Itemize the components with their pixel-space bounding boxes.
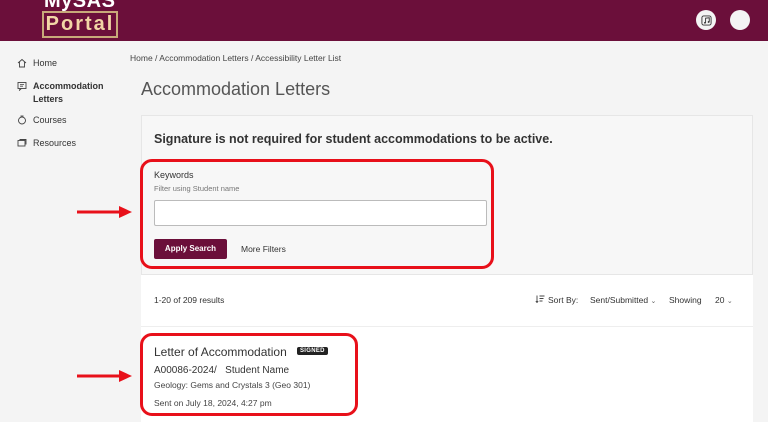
highlight-search-box	[140, 159, 494, 269]
music-button[interactable]	[696, 10, 716, 30]
courses-icon	[16, 114, 28, 126]
logo-text-bottom: Portal	[42, 11, 118, 38]
arrow-icon	[77, 206, 132, 218]
sidebar-item-label: Home	[33, 58, 58, 68]
sort-icon[interactable]	[535, 294, 545, 304]
sidebar-item-resources[interactable]: Resources	[16, 137, 76, 150]
highlight-letter-box	[140, 333, 358, 416]
sort-by-select[interactable]: Sent/Submitted ⌄	[590, 295, 656, 305]
sort-by-label: Sort By:	[548, 295, 579, 305]
letter-icon	[16, 80, 28, 92]
showing-label: Showing	[669, 295, 702, 305]
breadcrumb[interactable]: Home / Accommodation Letters / Accessibi…	[130, 53, 341, 63]
profile-avatar-button[interactable]	[730, 10, 750, 30]
sidebar-item-courses[interactable]: Courses	[16, 114, 67, 127]
sidebar-item-label: Resources	[33, 138, 77, 148]
chevron-down-icon: ⌄	[726, 298, 733, 305]
page-size-select[interactable]: 20 ⌄	[715, 295, 733, 305]
page-size-value: 20	[715, 295, 725, 305]
sidebar-item-accommodation-letters[interactable]: Accommodation Letters	[16, 80, 113, 106]
mysas-portal-logo[interactable]: MySAS Portal	[42, 0, 120, 41]
chevron-down-icon: ⌄	[650, 298, 657, 305]
page-title: Accommodation Letters	[141, 79, 331, 99]
results-count: 1-20 of 209 results	[154, 295, 225, 305]
sidebar-item-label: Courses	[33, 115, 67, 125]
music-note-icon	[700, 14, 712, 26]
home-icon	[16, 57, 28, 69]
arrow-icon	[77, 370, 132, 382]
sort-by-value: Sent/Submitted	[590, 295, 649, 305]
top-bar: MySAS Portal	[0, 0, 768, 41]
sidebar-item-home[interactable]: Home	[16, 57, 57, 70]
results-bar	[141, 275, 753, 327]
signature-notice: Signature is not required for student ac…	[154, 132, 553, 146]
sidebar-item-label: Accommodation Letters	[33, 81, 104, 104]
resources-icon	[16, 137, 28, 149]
